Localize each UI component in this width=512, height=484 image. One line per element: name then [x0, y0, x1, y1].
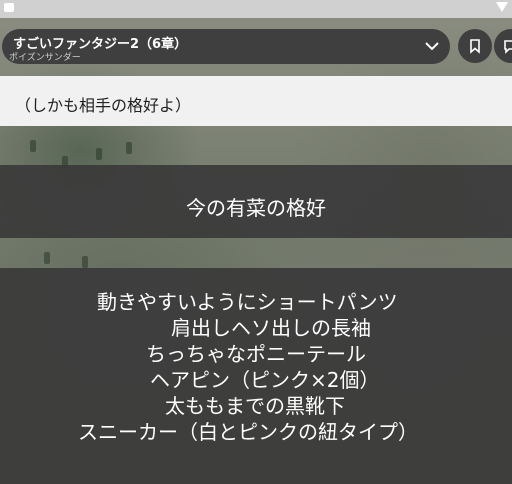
background-detail [96, 148, 102, 160]
signal-icon [496, 2, 508, 12]
comment-icon [504, 40, 512, 54]
speech-text: （しかも相手の格好よ） [15, 96, 192, 115]
background-detail [30, 140, 36, 152]
camera-icon [4, 3, 14, 12]
chevron-down-icon[interactable] [424, 38, 440, 54]
narration-line: 動きやすいようにショートパンツ [97, 290, 398, 314]
narration-list-box: 動きやすいようにショートパンツ 肩出しヘソ出しの長袖 ちっちゃなポニーテール ヘ… [0, 268, 512, 484]
background-detail [82, 256, 88, 268]
bookmark-icon [470, 39, 480, 54]
background-detail [44, 252, 50, 264]
narration-heading: 今の有菜の格好 [186, 196, 326, 220]
background-detail [126, 142, 132, 154]
bookmark-button[interactable] [458, 29, 492, 63]
speech-box: （しかも相手の格好よ） [0, 76, 512, 126]
narration-line: ヘアピン（ピンク×2個） [150, 368, 380, 392]
narration-heading-box: 今の有菜の格好 [0, 165, 512, 238]
story-author: ポイズンサンダー [9, 53, 81, 63]
narration-line: スニーカー（白とピンクの紐タイプ） [78, 420, 418, 444]
narration-line: 肩出しヘソ出しの長袖 [171, 316, 371, 340]
status-bar [0, 0, 512, 18]
story-title-bar[interactable]: すごいファンタジー2（6章） ポイズンサンダー [2, 29, 450, 64]
narration-line: ちっちゃなポニーテール [146, 342, 366, 366]
narration-line: 太ももまでの黒靴下 [165, 394, 345, 418]
